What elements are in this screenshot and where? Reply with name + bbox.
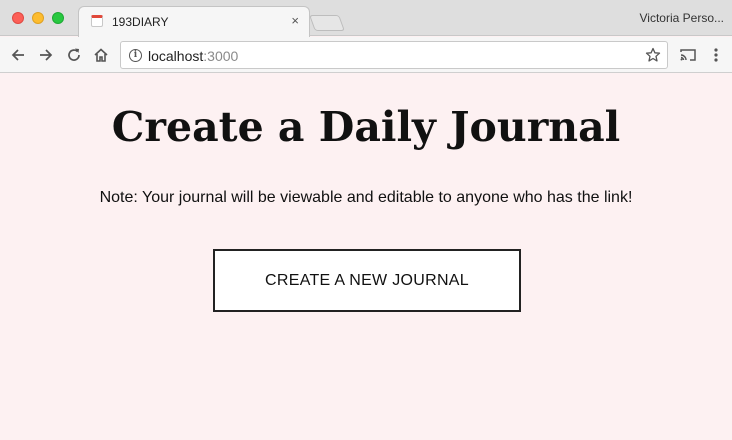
profile-name[interactable]: Victoria Perso... (640, 11, 724, 25)
tab-title: 193DIARY (112, 15, 169, 29)
browser-toolbar: i localhost:3000 (0, 37, 732, 73)
star-icon[interactable] (645, 47, 661, 63)
create-journal-button[interactable]: CREATE A NEW JOURNAL (213, 249, 521, 312)
info-icon[interactable]: i (129, 49, 142, 62)
close-window-button[interactable] (12, 12, 24, 24)
page-content: Create a Daily Journal Note: Your journa… (0, 73, 732, 440)
cast-icon[interactable] (679, 46, 697, 64)
tab-close-icon[interactable]: × (291, 13, 299, 29)
minimize-window-button[interactable] (32, 12, 44, 24)
kebab-menu-icon[interactable] (707, 46, 725, 64)
page-title: Create a Daily Journal (111, 103, 621, 151)
maximize-window-button[interactable] (52, 12, 64, 24)
reload-icon[interactable] (65, 46, 83, 64)
calendar-icon (91, 15, 103, 27)
browser-tab-strip: 193DIARY × Victoria Perso... (0, 0, 732, 37)
arrow-right-icon[interactable] (37, 46, 55, 64)
home-icon[interactable] (92, 46, 110, 64)
arrow-left-icon[interactable] (9, 46, 27, 64)
journal-note: Note: Your journal will be viewable and … (99, 189, 633, 206)
new-tab-button[interactable] (309, 15, 345, 31)
url-host: localhost (148, 48, 204, 64)
address-bar[interactable]: i localhost:3000 (120, 41, 668, 69)
url-text[interactable]: localhost:3000 (148, 48, 238, 64)
url-port: :3000 (203, 48, 239, 64)
browser-tab[interactable]: 193DIARY × (78, 6, 310, 37)
